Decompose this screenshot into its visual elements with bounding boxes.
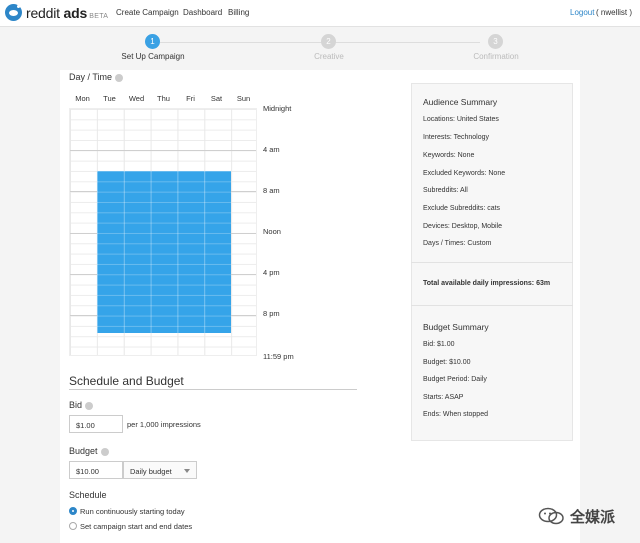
audience-summary-line: Excluded Keywords: None — [423, 170, 506, 177]
bid-label-row: Bid — [69, 400, 94, 410]
budget-label: Budget — [69, 446, 98, 456]
bid-input[interactable]: $1.00 — [69, 415, 123, 433]
day-header-tue: Tue — [103, 94, 116, 103]
budget-summary-line: Bid: $1.00 — [423, 341, 455, 348]
time-label-8pm: 8 pm — [263, 309, 280, 318]
audience-summary-line: Devices: Desktop, Mobile — [423, 223, 502, 230]
schedule-budget-heading: Schedule and Budget — [69, 374, 184, 388]
wechat-logo-icon — [538, 507, 564, 525]
audience-summary-line: Exclude Subreddits: cats — [423, 205, 501, 212]
watermark-text: 全媒派 — [570, 509, 616, 526]
nav-create-campaign[interactable]: Create Campaign — [116, 8, 179, 17]
step-label: Set Up Campaign — [121, 52, 185, 61]
time-label-4pm: 4 pm — [263, 268, 280, 277]
progress-steps: 1 Set Up Campaign 2 Creative 3 Confirmat… — [0, 27, 640, 70]
brand-reddit: reddit — [26, 5, 64, 21]
step-label: Confirmation — [473, 52, 519, 61]
info-icon[interactable] — [100, 447, 109, 456]
brand-beta: BETA — [87, 13, 109, 20]
day-time-heading: Day / Time — [69, 72, 124, 82]
info-icon[interactable] — [85, 401, 94, 410]
audience-summary-line: Days / Times: Custom — [423, 240, 492, 247]
nav-billing[interactable]: Billing — [228, 8, 249, 17]
username[interactable]: ( nwellist ) — [596, 8, 632, 17]
day-header-mon: Mon — [75, 94, 90, 103]
time-label-midnight: Midnight — [263, 104, 292, 113]
budget-type-value: Daily budget — [130, 467, 172, 476]
step-number: 1 — [145, 34, 160, 49]
brand-ads: ads — [63, 5, 88, 21]
radio-set-dates[interactable]: Set campaign start and end dates — [69, 522, 192, 531]
time-label-4am: 4 am — [263, 145, 280, 154]
step-label: Creative — [314, 52, 344, 61]
day-header-thu: Thu — [157, 94, 170, 103]
step-number: 3 — [488, 34, 503, 49]
steps-connector — [160, 42, 480, 43]
day-header-sat: Sat — [210, 94, 223, 103]
info-icon[interactable] — [115, 73, 124, 82]
budget-summary-line: Budget Period: Daily — [423, 376, 487, 383]
audience-summary-title: Audience Summary — [423, 97, 498, 107]
bid-hint: per 1,000 impressions — [127, 420, 201, 429]
reddit-alien-logo-icon[interactable] — [5, 4, 22, 21]
section-divider — [69, 389, 357, 390]
nav-dashboard[interactable]: Dashboard — [183, 8, 222, 17]
step-number: 2 — [321, 34, 336, 49]
bid-label: Bid — [69, 400, 83, 410]
radio-selected-icon[interactable] — [69, 507, 77, 515]
schedule-label: Schedule — [69, 490, 107, 500]
budget-summary-title: Budget Summary — [423, 322, 489, 332]
budget-summary-line: Ends: When stopped — [423, 411, 488, 418]
day-time-grid[interactable] — [69, 108, 257, 356]
budget-input[interactable]: $10.00 — [69, 461, 123, 479]
day-time-label: Day / Time — [69, 72, 113, 82]
radio-label: Set campaign start and end dates — [80, 522, 193, 531]
top-bar: reddit ads BETA Create Campaign Dashboar… — [0, 0, 640, 27]
budget-summary-line: Budget: $10.00 — [423, 359, 471, 366]
audience-summary-line: Locations: United States — [423, 116, 499, 123]
logout-link[interactable]: Logout — [570, 8, 594, 17]
summary-divider — [411, 262, 573, 263]
radio-label: Run continuously starting today — [80, 507, 185, 516]
radio-run-continuously[interactable]: Run continuously starting today — [69, 507, 185, 516]
time-label-8am: 8 am — [263, 186, 280, 195]
budget-summary-line: Starts: ASAP — [423, 394, 464, 401]
radio-unselected-icon[interactable] — [69, 522, 77, 530]
watermark: 全媒派 — [538, 503, 638, 529]
selected-time-block[interactable] — [97, 171, 231, 333]
time-label-1159pm: 11:59 pm — [263, 352, 294, 361]
budget-label-row: Budget — [69, 446, 109, 456]
total-impressions: Total available daily impressions: 63m — [423, 280, 551, 287]
day-header-fri: Fri — [186, 94, 195, 103]
grid-hour-line — [70, 150, 256, 151]
budget-type-select[interactable]: Daily budget — [123, 461, 197, 479]
day-header-sun: Sun — [236, 94, 251, 103]
audience-summary-line: Interests: Technology — [423, 134, 490, 141]
day-header-wed: Wed — [128, 94, 145, 103]
summary-divider — [411, 305, 573, 306]
audience-summary-line: Keywords: None — [423, 152, 475, 159]
audience-summary-line: Subreddits: All — [423, 187, 468, 194]
brand-logo[interactable]: reddit ads BETA — [26, 5, 108, 21]
chevron-down-icon — [184, 469, 190, 473]
time-label-noon: Noon — [263, 227, 281, 236]
